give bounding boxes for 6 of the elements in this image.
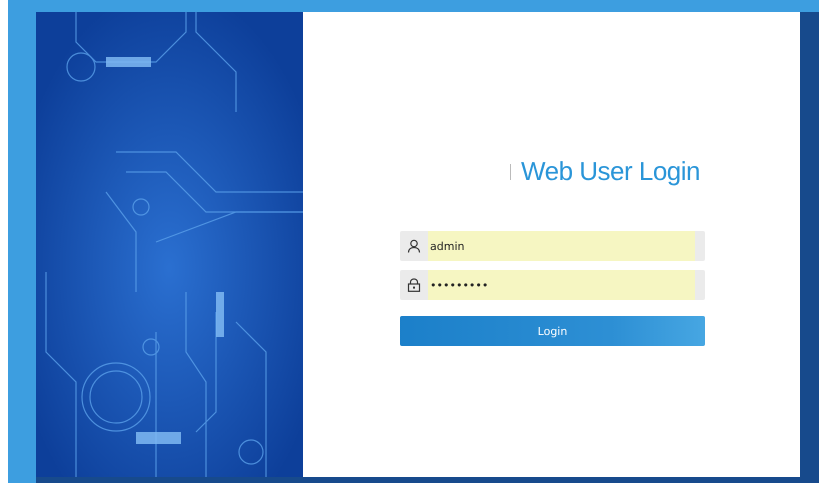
password-field[interactable]: ••••••••• xyxy=(400,270,705,300)
user-icon xyxy=(407,239,421,253)
lock-icon xyxy=(407,278,421,292)
login-button[interactable]: Login xyxy=(400,316,705,346)
login-title: Web User Login xyxy=(521,156,700,187)
username-field[interactable]: admin xyxy=(400,231,705,261)
